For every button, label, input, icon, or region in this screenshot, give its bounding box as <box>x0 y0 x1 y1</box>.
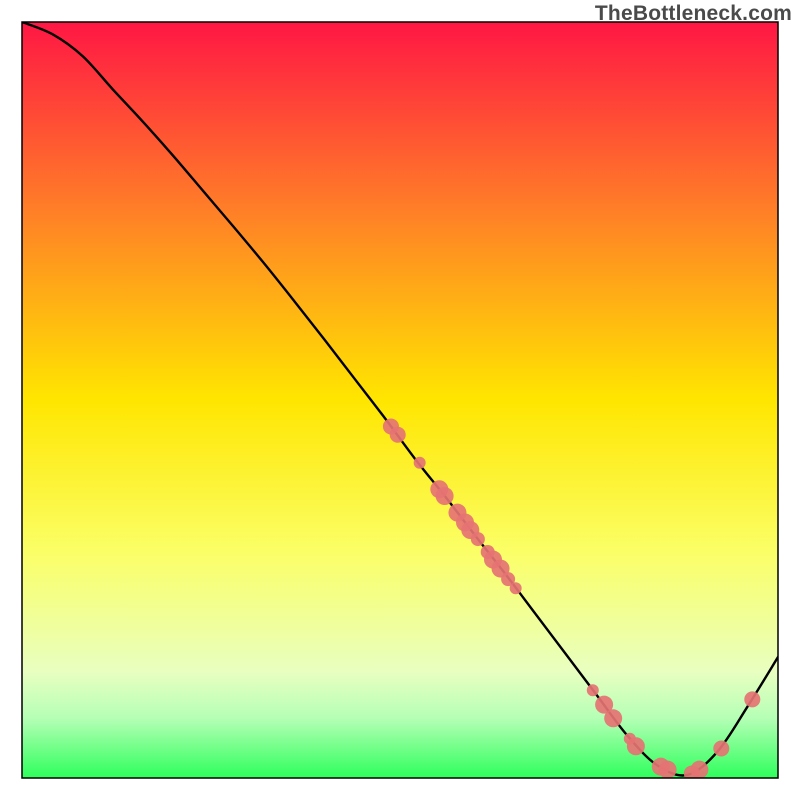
chart-root: TheBottleneck.com <box>0 0 800 800</box>
data-point <box>713 741 729 757</box>
data-point <box>471 532 485 546</box>
bottleneck-chart <box>0 0 800 800</box>
data-point <box>690 761 708 779</box>
data-point <box>659 761 677 779</box>
data-point <box>604 709 622 727</box>
data-point <box>510 582 522 594</box>
data-point <box>436 487 454 505</box>
data-point <box>744 691 760 707</box>
data-point <box>587 684 599 696</box>
data-point <box>390 427 406 443</box>
gradient-background <box>22 22 778 778</box>
data-point <box>627 737 645 755</box>
data-point <box>414 457 426 469</box>
